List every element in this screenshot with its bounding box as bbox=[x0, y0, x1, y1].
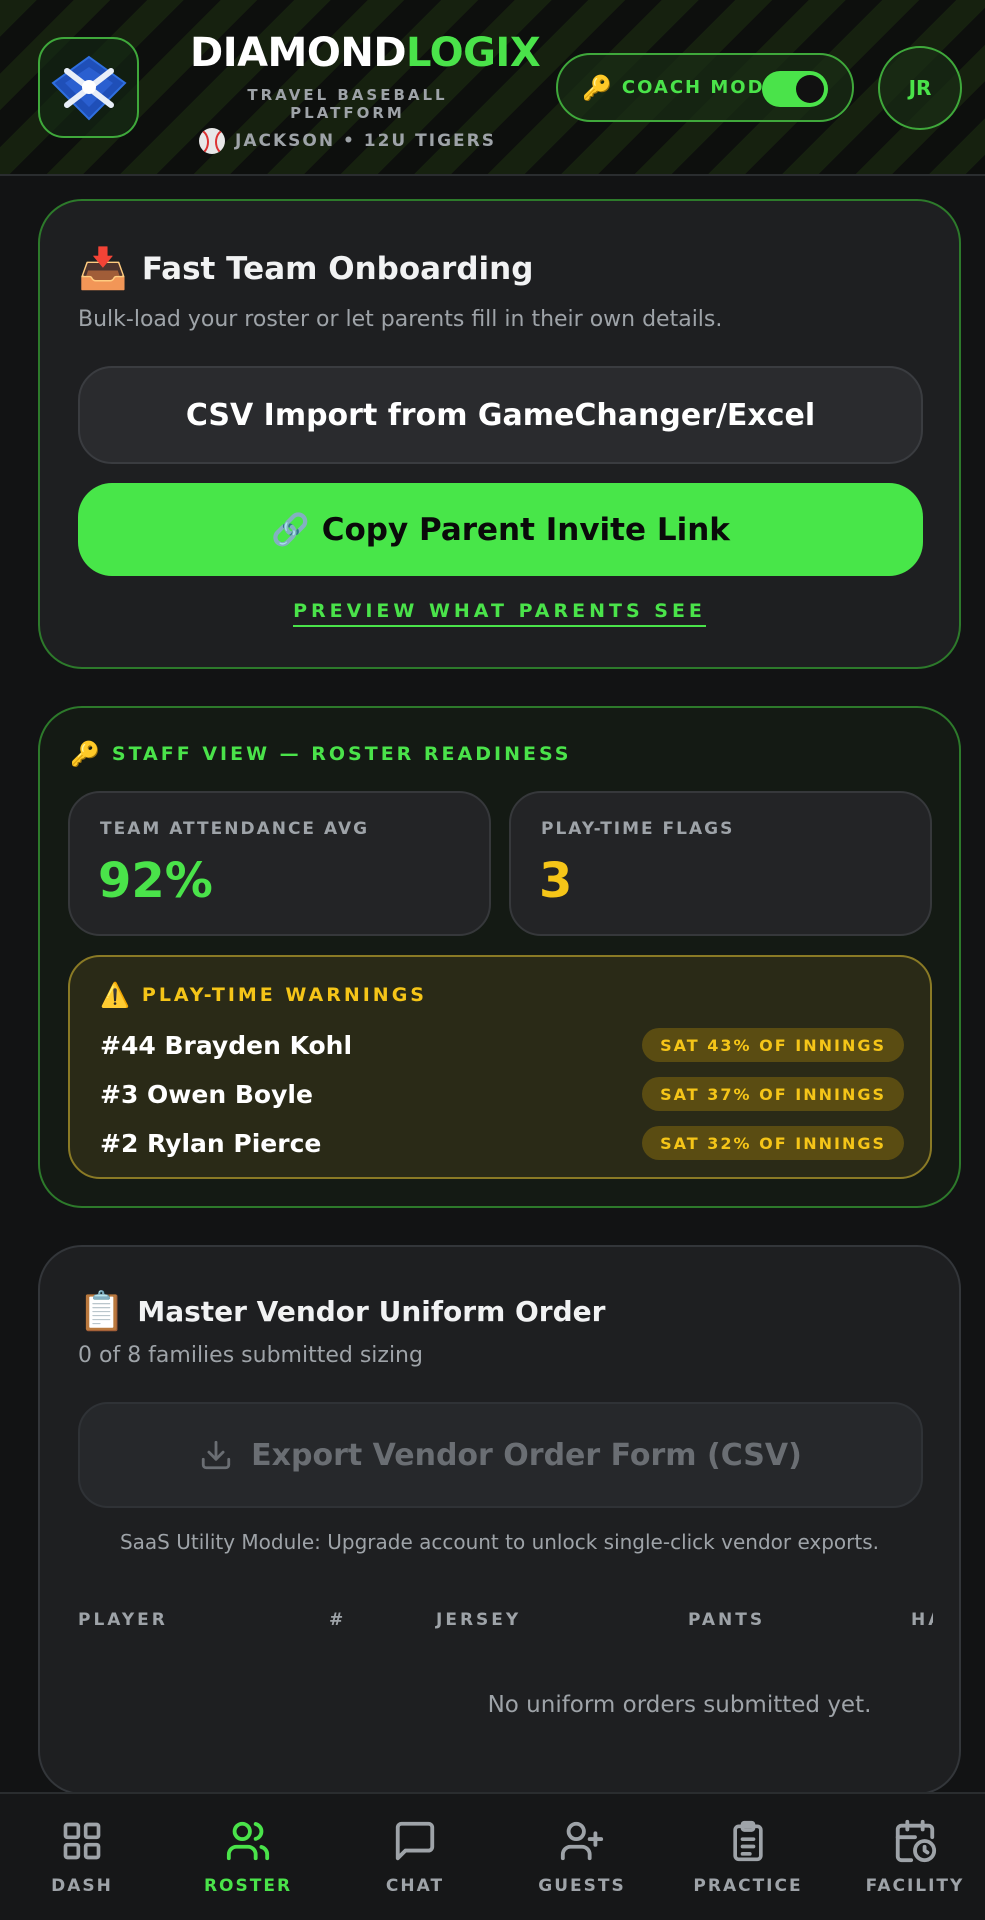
warning-player: #2 Rylan Pierce bbox=[100, 1128, 322, 1158]
csv-import-button[interactable]: CSV Import from GameChanger/Excel bbox=[78, 366, 923, 464]
calendar-clock-icon bbox=[895, 1819, 937, 1863]
playtime-flags-value: 3 bbox=[539, 853, 573, 909]
column-header-jersey: JERSEY bbox=[436, 1610, 522, 1630]
empty-orders-message: No uniform orders submitted yet. bbox=[487, 1692, 872, 1718]
column-header-player: PLAYER bbox=[78, 1610, 168, 1630]
copy-invite-link-button[interactable]: 🔗 Copy Parent Invite Link bbox=[78, 483, 923, 576]
nav-label-facility: FACILITY bbox=[865, 1876, 965, 1896]
playtime-warnings-panel: ⚠️ PLAY-TIME WARNINGS #44 Brayden Kohl S… bbox=[68, 955, 932, 1179]
clipboard-icon bbox=[733, 1820, 763, 1862]
column-header-pants: PANTS bbox=[688, 1610, 766, 1630]
users-icon bbox=[226, 1821, 270, 1861]
chat-icon bbox=[395, 1821, 435, 1861]
nav-label-practice: PRACTICE bbox=[693, 1876, 803, 1896]
uniform-order-card: 📋 Master Vendor Uniform Order 0 of 8 fam… bbox=[38, 1245, 961, 1795]
saas-upgrade-note: SaaS Utility Module: Upgrade account to … bbox=[119, 1530, 880, 1554]
link-icon: 🔗 bbox=[271, 512, 310, 548]
preview-parents-link-row: PREVIEW WHAT PARENTS SEE bbox=[40, 600, 959, 627]
nav-label-roster: ROSTER bbox=[203, 1876, 293, 1896]
attendance-value: 92% bbox=[98, 853, 213, 909]
brand-block: DIAMONDLOGIX TRAVEL BASEBALL PLATFORM JA… bbox=[190, 30, 541, 154]
nav-label-guests: GUESTS bbox=[538, 1876, 626, 1896]
playtime-flags-stat: PLAY-TIME FLAGS 3 bbox=[509, 791, 932, 936]
onboarding-title-text: Fast Team Onboarding bbox=[141, 250, 534, 287]
nav-label-dash: DASH bbox=[51, 1876, 113, 1896]
column-header-number: # bbox=[329, 1610, 347, 1630]
diamond-logo-icon bbox=[50, 55, 127, 120]
warning-icon: ⚠️ bbox=[100, 981, 130, 1009]
uniform-order-status: 0 of 8 families submitted sizing bbox=[78, 1343, 423, 1368]
logo[interactable] bbox=[38, 37, 139, 138]
column-header-hat: HA bbox=[911, 1610, 933, 1630]
attendance-stat: TEAM ATTENDANCE AVG 92% bbox=[68, 791, 491, 936]
coach-mode-toggle[interactable]: 🔑 COACH MODE bbox=[556, 53, 854, 122]
staff-view-heading: 🔑 STAFF VIEW — ROSTER READINESS bbox=[70, 740, 571, 768]
bottom-nav: DASH ROSTER CHAT GUESTS PRACTICE FACILIT… bbox=[0, 1792, 985, 1920]
grid-icon bbox=[63, 1822, 101, 1860]
inbox-tray-icon: 📥 bbox=[78, 246, 128, 292]
warning-badge: SAT 32% OF INNINGS bbox=[642, 1126, 904, 1160]
switch-knob bbox=[796, 75, 824, 103]
copy-invite-link-label: Copy Parent Invite Link bbox=[321, 511, 730, 548]
nav-item-guests[interactable]: GUESTS bbox=[512, 1816, 652, 1896]
nav-item-practice[interactable]: PRACTICE bbox=[678, 1816, 818, 1896]
playtime-flags-label: PLAY-TIME FLAGS bbox=[541, 819, 735, 839]
staff-view-card: 🔑 STAFF VIEW — ROSTER READINESS TEAM ATT… bbox=[38, 706, 961, 1208]
brand-subtitle: TRAVEL BASEBALL PLATFORM bbox=[247, 86, 448, 122]
user-plus-icon bbox=[560, 1821, 604, 1861]
export-vendor-form-button[interactable]: Export Vendor Order Form (CSV) bbox=[78, 1402, 923, 1508]
key-icon: 🔑 bbox=[582, 73, 612, 102]
nav-item-chat[interactable]: CHAT bbox=[345, 1816, 485, 1896]
warning-badge: SAT 43% OF INNINGS bbox=[642, 1028, 904, 1062]
nav-item-dash[interactable]: DASH bbox=[12, 1816, 152, 1896]
nav-item-roster[interactable]: ROSTER bbox=[178, 1816, 318, 1896]
preview-parents-link[interactable]: PREVIEW WHAT PARENTS SEE bbox=[293, 600, 706, 627]
avatar[interactable]: JR bbox=[878, 46, 962, 130]
staff-view-heading-text: STAFF VIEW — ROSTER READINESS bbox=[111, 743, 572, 765]
coach-mode-switch[interactable] bbox=[762, 71, 828, 107]
warning-row[interactable]: #44 Brayden Kohl SAT 43% OF INNINGS bbox=[100, 1027, 904, 1063]
onboarding-card: 📥 Fast Team Onboarding Bulk-load your ro… bbox=[38, 199, 961, 669]
key-icon: 🔑 bbox=[70, 740, 100, 768]
coach-mode-label: COACH MODE bbox=[621, 77, 779, 98]
export-vendor-form-label: Export Vendor Order Form (CSV) bbox=[251, 1437, 802, 1473]
onboarding-description: Bulk-load your roster or let parents fil… bbox=[78, 307, 723, 332]
nav-item-facility[interactable]: FACILITY bbox=[845, 1816, 985, 1896]
warning-badge: SAT 37% OF INNINGS bbox=[642, 1077, 904, 1111]
attendance-label: TEAM ATTENDANCE AVG bbox=[100, 819, 370, 839]
uniform-order-title: 📋 Master Vendor Uniform Order bbox=[78, 1289, 605, 1334]
warning-player: #3 Owen Boyle bbox=[100, 1079, 313, 1109]
warning-row[interactable]: #2 Rylan Pierce SAT 32% OF INNINGS bbox=[100, 1125, 904, 1161]
nav-label-chat: CHAT bbox=[385, 1876, 445, 1896]
playtime-warnings-heading-text: PLAY-TIME WARNINGS bbox=[141, 984, 427, 1006]
onboarding-title: 📥 Fast Team Onboarding bbox=[78, 245, 533, 292]
playtime-warnings-heading: ⚠️ PLAY-TIME WARNINGS bbox=[100, 981, 427, 1009]
baseball-icon bbox=[199, 128, 226, 154]
brand-name-part2: LOGIX bbox=[406, 30, 541, 76]
team-name: JACKSON • 12U TIGERS bbox=[235, 131, 496, 151]
warning-player: #44 Brayden Kohl bbox=[100, 1030, 353, 1060]
app-header: DIAMONDLOGIX TRAVEL BASEBALL PLATFORM JA… bbox=[0, 0, 985, 176]
clipboard-icon: 📋 bbox=[78, 1289, 126, 1333]
download-icon bbox=[201, 1440, 231, 1470]
brand-name-part1: DIAMOND bbox=[190, 30, 407, 76]
team-selector[interactable]: JACKSON • 12U TIGERS bbox=[190, 128, 505, 154]
warning-row[interactable]: #3 Owen Boyle SAT 37% OF INNINGS bbox=[100, 1076, 904, 1112]
brand-name: DIAMONDLOGIX bbox=[190, 30, 541, 76]
uniform-order-title-text: Master Vendor Uniform Order bbox=[137, 1295, 606, 1328]
